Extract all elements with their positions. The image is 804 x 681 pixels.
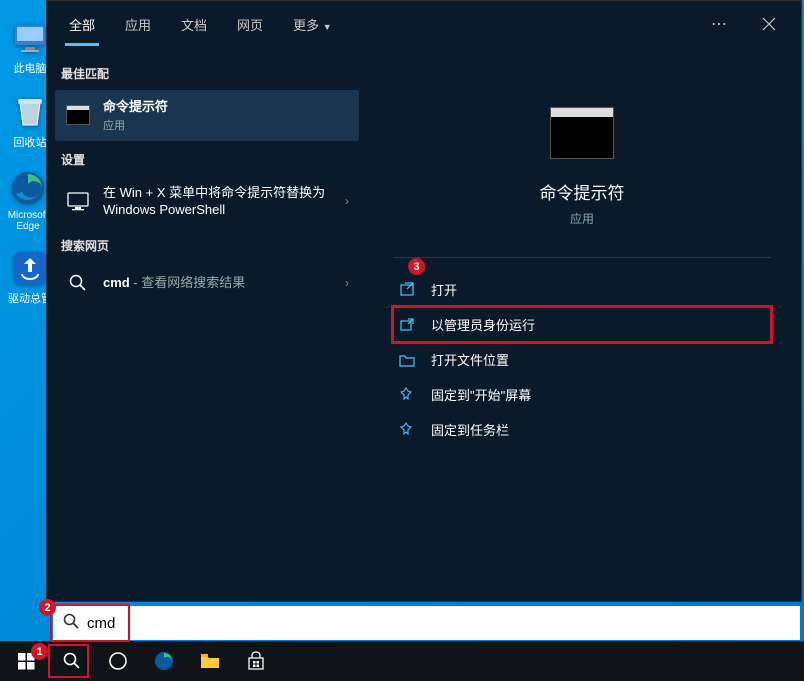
action-run-admin[interactable]: 以管理员身份运行	[393, 307, 771, 342]
result-title: 在 Win + X 菜单中将命令提示符替换为 Windows PowerShel…	[103, 184, 333, 219]
admin-icon	[399, 317, 417, 333]
desktop-icon-label: 回收站	[14, 137, 47, 149]
tab-more-label: 更多	[293, 18, 319, 33]
desktop-icon-label: 此电脑	[14, 63, 47, 75]
search-tabs: 全部 应用 文档 网页 更多 ▼	[55, 3, 703, 46]
search-icon	[63, 613, 79, 634]
action-open-location[interactable]: 打开文件位置	[393, 342, 771, 377]
driver-icon	[10, 248, 50, 288]
preview-title: 命令提示符	[540, 179, 625, 204]
taskbar-store[interactable]	[234, 641, 278, 681]
close-icon	[762, 17, 776, 31]
taskview-button[interactable]	[96, 641, 140, 681]
action-pin-taskbar[interactable]: 固定到任务栏	[393, 412, 771, 447]
search-input-bar[interactable]	[53, 606, 800, 640]
tab-apps[interactable]: 应用	[111, 3, 165, 46]
result-subtitle: 应用	[103, 117, 349, 133]
chevron-down-icon: ▼	[323, 22, 332, 32]
chevron-right-icon: ›	[345, 194, 349, 208]
tab-more[interactable]: 更多 ▼	[279, 3, 346, 46]
store-icon	[246, 651, 266, 671]
query-text: cmd	[103, 275, 130, 290]
tab-docs[interactable]: 文档	[167, 3, 221, 46]
result-title: cmd - 查看网络搜索结果	[103, 274, 333, 292]
tab-all[interactable]: 全部	[55, 3, 109, 46]
preview-subtitle: 应用	[570, 210, 594, 227]
section-best-match: 最佳匹配	[55, 55, 359, 90]
recycle-icon	[10, 92, 50, 132]
chevron-right-icon: ›	[345, 276, 349, 290]
open-icon	[399, 282, 417, 298]
taskbar-explorer[interactable]	[188, 641, 232, 681]
cmd-icon	[66, 105, 90, 125]
pc-icon	[10, 18, 50, 58]
action-pin-start[interactable]: 固定到"开始"屏幕	[393, 377, 771, 412]
divider	[393, 257, 771, 258]
action-label: 固定到任务栏	[431, 420, 509, 439]
taskbar	[0, 641, 804, 681]
search-input[interactable]	[87, 615, 790, 632]
action-open[interactable]: 打开	[393, 272, 771, 307]
annotation-badge-3: 3	[408, 258, 425, 275]
dots-icon: ⋯	[711, 14, 727, 34]
preview-column: 命令提示符 应用 打开 以管理员身份运行 打开文件位置 固定到"开始"屏幕	[363, 47, 801, 601]
preview-thumbnail	[550, 107, 614, 159]
search-icon	[65, 270, 91, 296]
section-web: 搜索网页	[55, 227, 359, 262]
search-panel: 全部 应用 文档 网页 更多 ▼ ⋯ 最佳匹配 命令提示符 应用 设置	[46, 0, 802, 602]
edge-icon	[153, 650, 175, 672]
result-setting-winx[interactable]: 在 Win + X 菜单中将命令提示符替换为 Windows PowerShel…	[55, 176, 359, 227]
search-header: 全部 应用 文档 网页 更多 ▼ ⋯	[47, 1, 801, 47]
taskbar-edge[interactable]	[142, 641, 186, 681]
taskbar-search-button[interactable]	[50, 641, 94, 681]
action-label: 打开	[431, 280, 457, 299]
search-icon	[63, 652, 81, 670]
close-button[interactable]	[753, 8, 785, 40]
annotation-badge-2: 2	[39, 599, 56, 616]
result-title: 命令提示符	[103, 98, 349, 116]
folder-icon	[399, 353, 417, 367]
action-label: 打开文件位置	[431, 350, 509, 369]
edge-icon	[8, 168, 48, 208]
pin-icon	[399, 422, 417, 437]
results-column: 最佳匹配 命令提示符 应用 设置 在 Win + X 菜单中将命令提示符替换为 …	[47, 47, 363, 601]
result-cmd-app[interactable]: 命令提示符 应用	[55, 90, 359, 141]
tab-web[interactable]: 网页	[223, 3, 277, 46]
action-label: 固定到"开始"屏幕	[431, 385, 531, 404]
section-settings: 设置	[55, 141, 359, 176]
pin-icon	[399, 387, 417, 402]
annotation-badge-1: 1	[31, 643, 48, 660]
more-options-button[interactable]: ⋯	[703, 8, 735, 40]
suffix-text: - 查看网络搜索结果	[130, 275, 246, 290]
taskview-icon	[108, 651, 128, 671]
display-icon	[65, 188, 91, 214]
folder-icon	[200, 652, 220, 670]
action-label: 以管理员身份运行	[431, 315, 535, 334]
result-web-search[interactable]: cmd - 查看网络搜索结果 ›	[55, 262, 359, 304]
